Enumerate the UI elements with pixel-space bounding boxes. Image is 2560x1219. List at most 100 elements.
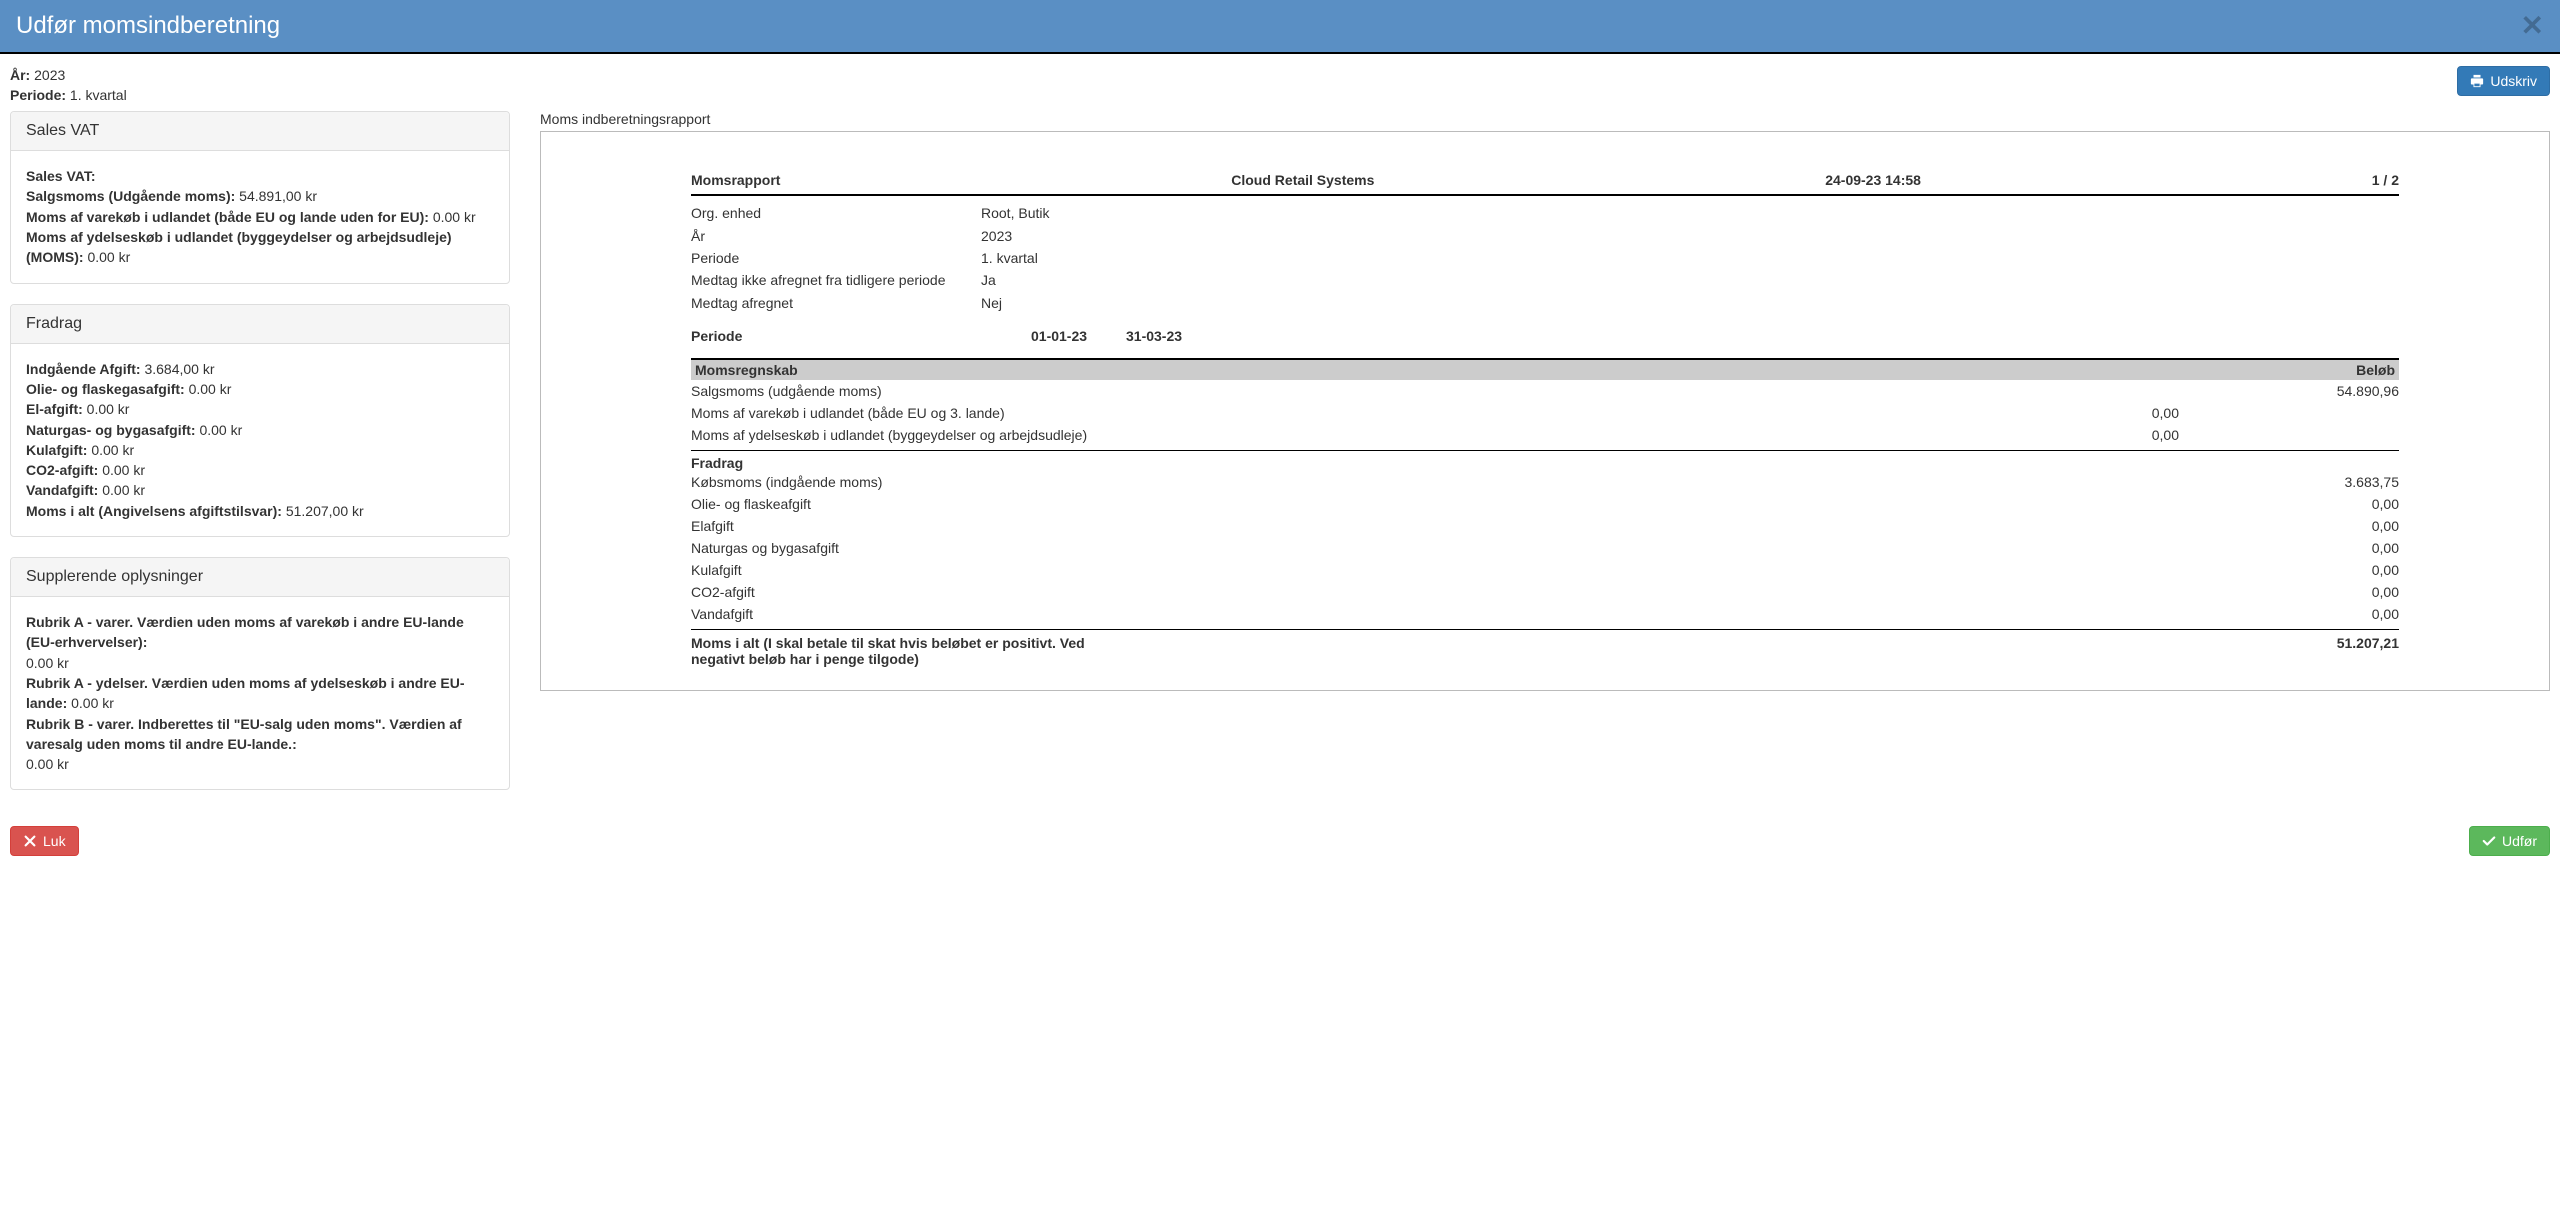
panel-line-value: 0.00 kr bbox=[433, 209, 476, 225]
report-caption: Moms indberetningsrapport bbox=[540, 111, 2550, 127]
period-value: 1. kvartal bbox=[70, 87, 127, 103]
report-meta-key: Medtag afregnet bbox=[691, 292, 981, 314]
panel-line-value: 51.207,00 kr bbox=[286, 503, 364, 519]
report-row-label: Moms af ydelseskøb i udlandet (byggeydel… bbox=[691, 427, 2099, 443]
panel-line-value: 0.00 kr bbox=[189, 381, 232, 397]
report-row-value: 0,00 bbox=[2299, 606, 2399, 622]
print-button-label: Udskriv bbox=[2490, 73, 2537, 89]
report-row: Købsmoms (indgående moms)3.683,75 bbox=[691, 471, 2399, 493]
report-period-from: 01-01-23 bbox=[1031, 328, 1126, 344]
panel-line-label: Indgående Afgift: bbox=[26, 361, 144, 377]
panel-line-value: 0.00 kr bbox=[199, 422, 242, 438]
panel-line-value: 0.00 kr bbox=[26, 756, 69, 772]
report-row-label: Kulafgift bbox=[691, 562, 2299, 578]
report-period-label: Periode bbox=[691, 328, 1031, 344]
panel-line-value: 0.00 kr bbox=[87, 249, 130, 265]
panel-line-value: 3.684,00 kr bbox=[144, 361, 214, 377]
report-section-head-right: Beløb bbox=[2356, 362, 2395, 378]
report-section-head-left: Momsregnskab bbox=[695, 362, 798, 378]
report-row: CO2-afgift0,00 bbox=[691, 581, 2399, 603]
report-row: Kulafgift0,00 bbox=[691, 559, 2399, 581]
report-row-value: 0,00 bbox=[2299, 540, 2399, 556]
report-row-mid: 0,00 bbox=[2099, 427, 2299, 443]
panel-line-value: 0.00 kr bbox=[91, 442, 134, 458]
panel-line-value: 54.891,00 kr bbox=[239, 188, 317, 204]
panel-line-label: Naturgas- og bygasafgift: bbox=[26, 422, 199, 438]
report-meta-value: 2023 bbox=[981, 225, 1012, 247]
report-head-timestamp: 24-09-23 14:58 bbox=[1825, 172, 1921, 188]
report-row: Moms af ydelseskøb i udlandet (byggeydel… bbox=[691, 424, 2399, 446]
report-row: Olie- og flaskeafgift0,00 bbox=[691, 493, 2399, 515]
panel-sales-vat: Sales VAT Sales VAT: Salgsmoms (Udgående… bbox=[10, 111, 510, 283]
panel-line-value: 0.00 kr bbox=[102, 462, 145, 478]
report-meta-value: Nej bbox=[981, 292, 1002, 314]
report-row-value: 0,00 bbox=[2299, 518, 2399, 534]
report-row-label: Elafgift bbox=[691, 518, 2299, 534]
report-row: Salgsmoms (udgående moms) 54.890,96 bbox=[691, 380, 2399, 402]
panel-supplementary: Supplerende oplysninger Rubrik A - varer… bbox=[10, 557, 510, 790]
x-icon bbox=[23, 834, 37, 848]
panel-line-label: CO2-afgift: bbox=[26, 462, 102, 478]
panel-supplementary-title: Supplerende oplysninger bbox=[11, 558, 509, 597]
report-row-label: CO2-afgift bbox=[691, 584, 2299, 600]
report-meta-key: Periode bbox=[691, 247, 981, 269]
year-label: År: bbox=[10, 67, 30, 83]
panel-deductions: Fradrag Indgående Afgift: 3.684,00 krOli… bbox=[10, 304, 510, 537]
report-head-page: 1 / 2 bbox=[2372, 172, 2399, 188]
report-row: Vandafgift0,00 bbox=[691, 603, 2399, 625]
modal-title: Udfør momsindberetning bbox=[16, 12, 280, 40]
report-meta-key: Medtag ikke afregnet fra tidligere perio… bbox=[691, 269, 981, 291]
report-row-value bbox=[2299, 405, 2399, 421]
panel-line-label: Rubrik B - varer. Indberettes til "EU-sa… bbox=[26, 716, 462, 752]
meta-block: År: 2023 Periode: 1. kvartal bbox=[10, 66, 127, 105]
report-head-company: Cloud Retail Systems bbox=[1231, 172, 1374, 188]
report-row-label: Moms af varekøb i udlandet (både EU og 3… bbox=[691, 405, 2099, 421]
close-button[interactable]: Luk bbox=[10, 826, 79, 856]
panel-sales-vat-title: Sales VAT bbox=[11, 112, 509, 151]
report-row-mid: 0,00 bbox=[2099, 405, 2299, 421]
panel-line-label: Olie- og flaskegasafgift: bbox=[26, 381, 189, 397]
panel-line-label: Moms af varekøb i udlandet (både EU og l… bbox=[26, 209, 433, 225]
report-row-label: Vandafgift bbox=[691, 606, 2299, 622]
panel-line-label: Sales VAT: bbox=[26, 168, 96, 184]
report-row-value bbox=[2299, 427, 2399, 443]
report-meta-value: Root, Butik bbox=[981, 202, 1049, 224]
panel-line-value: 0.00 kr bbox=[26, 655, 69, 671]
report-row-label: Salgsmoms (udgående moms) bbox=[691, 383, 2099, 399]
report-meta-value: Ja bbox=[981, 269, 996, 291]
year-value: 2023 bbox=[34, 67, 65, 83]
report-total-value: 51.207,21 bbox=[2299, 635, 2399, 667]
report-meta-key: Org. enhed bbox=[691, 202, 981, 224]
execute-button-label: Udfør bbox=[2502, 833, 2537, 849]
panel-line-value: 0.00 kr bbox=[102, 482, 145, 498]
report-fradrag-label: Fradrag bbox=[691, 455, 743, 471]
close-button-label: Luk bbox=[43, 833, 66, 849]
panel-line-label: Rubrik A - varer. Værdien uden moms af v… bbox=[26, 614, 464, 650]
panel-line-label: El-afgift: bbox=[26, 401, 87, 417]
report-preview[interactable]: Momsrapport Cloud Retail Systems 24-09-2… bbox=[540, 131, 2550, 691]
report-row-mid bbox=[2099, 383, 2299, 399]
panel-line-label: Moms i alt (Angivelsens afgiftstilsvar): bbox=[26, 503, 286, 519]
print-button[interactable]: Udskriv bbox=[2457, 66, 2550, 96]
close-icon[interactable]: ✕ bbox=[2521, 12, 2544, 40]
report-row-value: 54.890,96 bbox=[2299, 383, 2399, 399]
report-row: Elafgift0,00 bbox=[691, 515, 2399, 537]
execute-button[interactable]: Udfør bbox=[2469, 826, 2550, 856]
report-period-to: 31-03-23 bbox=[1126, 328, 1182, 344]
report-meta-value: 1. kvartal bbox=[981, 247, 1038, 269]
report-row-label: Købsmoms (indgående moms) bbox=[691, 474, 2299, 490]
panel-line-value: 0.00 kr bbox=[87, 401, 130, 417]
report-row-label: Naturgas og bygasafgift bbox=[691, 540, 2299, 556]
check-icon bbox=[2482, 834, 2496, 848]
report-row: Moms af varekøb i udlandet (både EU og 3… bbox=[691, 402, 2399, 424]
report-row: Naturgas og bygasafgift0,00 bbox=[691, 537, 2399, 559]
report-row-value: 0,00 bbox=[2299, 496, 2399, 512]
report-head-title: Momsrapport bbox=[691, 172, 780, 188]
print-icon bbox=[2470, 74, 2484, 88]
panel-line-label: Salgsmoms (Udgående moms): bbox=[26, 188, 239, 204]
period-label: Periode: bbox=[10, 87, 66, 103]
panel-line-label: Vandafgift: bbox=[26, 482, 102, 498]
panel-line-value: 0.00 kr bbox=[71, 695, 114, 711]
report-total-label: Moms i alt (I skal betale til skat hvis … bbox=[691, 635, 1111, 667]
report-row-value: 0,00 bbox=[2299, 584, 2399, 600]
